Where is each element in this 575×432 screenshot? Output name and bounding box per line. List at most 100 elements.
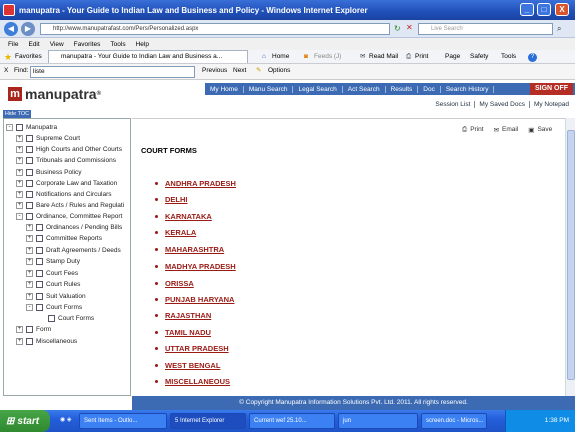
checkbox[interactable] xyxy=(26,190,33,198)
nav-act-search[interactable]: Act Search xyxy=(343,85,386,93)
toc-item[interactable]: + Miscellaneous xyxy=(16,336,77,346)
expand-icon[interactable]: + xyxy=(16,190,23,198)
mail-icon[interactable]: ✉ xyxy=(360,51,365,63)
expand-icon[interactable]: + xyxy=(16,168,23,176)
find-next-button[interactable]: Next xyxy=(233,67,246,74)
checkbox[interactable] xyxy=(48,314,55,322)
task-screen-doc[interactable]: screen.doc - Micros... xyxy=(421,413,487,429)
favorites-label[interactable]: Favorites xyxy=(15,51,42,63)
toc-item[interactable]: - Ordinance, Committee Report xyxy=(16,211,122,221)
expand-icon[interactable]: + xyxy=(16,134,23,142)
menu-file[interactable]: File xyxy=(8,41,18,48)
toc-child[interactable]: + Draft Agreements / Deeds xyxy=(26,245,121,255)
save-link[interactable]: Save xyxy=(537,126,552,134)
state-link[interactable]: RAJASTHAN xyxy=(155,311,211,320)
manupatra-logo[interactable]: m manupatra ® xyxy=(8,86,101,102)
start-button[interactable]: ⊞ start xyxy=(0,410,50,432)
close-button[interactable]: X xyxy=(555,3,569,16)
print-toolbar-icon[interactable]: ⎙ xyxy=(406,51,411,63)
task-outlook[interactable]: Sent Items - Outlo... xyxy=(79,413,167,429)
find-previous-button[interactable]: Previous xyxy=(202,67,227,74)
refresh-icon[interactable]: ↻ xyxy=(394,24,401,33)
feeds-icon[interactable]: ◙ xyxy=(304,51,308,63)
state-link[interactable]: KARNATAKA xyxy=(155,212,212,221)
toc-child[interactable]: + Stamp Duty xyxy=(26,256,80,266)
state-link[interactable]: MADHYA PRADESH xyxy=(155,262,236,271)
nav-legal-search[interactable]: Legal Search xyxy=(293,85,343,93)
sign-off-button[interactable]: SIGN OFF xyxy=(530,83,573,95)
checkbox[interactable] xyxy=(36,223,43,231)
search-icon[interactable]: ⌕ xyxy=(557,24,561,34)
expand-icon[interactable]: + xyxy=(26,292,33,300)
hide-toc-button[interactable]: Hide TOC xyxy=(3,110,31,118)
back-button[interactable]: ◀ xyxy=(4,22,18,36)
expand-icon[interactable]: + xyxy=(16,145,23,153)
task-current-wef[interactable]: Current wef 25.10... xyxy=(249,413,335,429)
page-menu[interactable]: Page xyxy=(445,51,460,63)
nav-doc[interactable]: Doc xyxy=(418,85,441,93)
toc-item[interactable]: + Business Policy xyxy=(16,167,82,177)
toc-item[interactable]: + Corporate Law and Taxation xyxy=(16,178,117,188)
state-link[interactable]: DELHI xyxy=(155,195,188,204)
expand-icon[interactable]: + xyxy=(26,280,33,288)
clock[interactable]: 1:38 PM xyxy=(545,417,569,424)
nav-search-history[interactable]: Search History xyxy=(441,85,495,93)
state-link[interactable]: UTTAR PRADESH xyxy=(155,344,229,353)
toc-child[interactable]: + Court Fees xyxy=(26,268,78,278)
tab-manupatra[interactable]: manupatra - Your Guide to Indian Law and… xyxy=(48,50,248,63)
expand-icon[interactable]: + xyxy=(26,257,33,265)
toc-grandchild[interactable]: Court Forms xyxy=(48,313,94,323)
nav-manu-search[interactable]: Manu Search xyxy=(244,85,294,93)
expand-icon[interactable]: + xyxy=(16,179,23,187)
home-icon[interactable]: ⌂ xyxy=(262,51,266,63)
toc-child[interactable]: + Suit Valuation xyxy=(26,291,86,301)
state-link[interactable]: MISCELLANEOUS xyxy=(155,377,230,386)
toc-item[interactable]: + High Courts and Other Courts xyxy=(16,144,122,154)
find-close-button[interactable]: X xyxy=(4,67,8,74)
checkbox[interactable] xyxy=(26,325,33,333)
expand-icon[interactable]: + xyxy=(16,325,23,333)
expand-icon[interactable]: + xyxy=(16,201,23,209)
checkbox[interactable] xyxy=(26,145,33,153)
state-link[interactable]: ORISSA xyxy=(155,279,194,288)
toc-item[interactable]: + Notifications and Circulars xyxy=(16,189,112,199)
toc-item[interactable]: + Tribunals and Commissions xyxy=(16,155,116,165)
checkbox[interactable] xyxy=(36,280,43,288)
checkbox[interactable] xyxy=(26,337,33,345)
live-search-input[interactable]: Live Search xyxy=(418,23,553,35)
toc-item[interactable]: + Form xyxy=(16,324,51,334)
menu-help[interactable]: Help xyxy=(136,41,149,48)
toc-child[interactable]: + Ordinances / Pending Bills xyxy=(26,222,122,232)
state-link[interactable]: PUNJAB HARYANA xyxy=(155,295,234,304)
checkbox[interactable] xyxy=(36,234,43,242)
state-link[interactable]: ANDHRA PRADESH xyxy=(155,179,236,188)
maximize-button[interactable]: □ xyxy=(537,3,551,16)
checkbox[interactable] xyxy=(36,257,43,265)
checkbox[interactable] xyxy=(16,123,23,131)
find-input[interactable]: liste xyxy=(30,66,195,78)
favorites-star-icon[interactable]: ★ xyxy=(4,51,12,63)
email-link[interactable]: Email xyxy=(502,126,518,134)
my-saved-docs-link[interactable]: My Saved Docs xyxy=(475,100,530,108)
stop-icon[interactable]: ✕ xyxy=(406,23,413,32)
menu-view[interactable]: View xyxy=(50,41,64,48)
expand-icon[interactable]: + xyxy=(16,156,23,164)
task-ie[interactable]: 5 Internet Explorer xyxy=(170,413,246,429)
nav-my-home[interactable]: My Home xyxy=(205,85,244,93)
state-link[interactable]: KERALA xyxy=(155,228,196,237)
tools-menu[interactable]: Tools xyxy=(501,51,516,63)
state-link[interactable]: MAHARASHTRA xyxy=(155,245,224,254)
toc-child[interactable]: - Court Forms xyxy=(26,302,82,312)
checkbox[interactable] xyxy=(26,212,33,220)
toc-item[interactable]: + Supreme Court xyxy=(16,133,80,143)
state-link[interactable]: WEST BENGAL xyxy=(155,361,220,370)
collapse-icon[interactable]: - xyxy=(26,303,33,311)
expand-icon[interactable]: + xyxy=(26,246,33,254)
print-button[interactable]: Print xyxy=(415,51,428,63)
checkbox[interactable] xyxy=(36,246,43,254)
menu-favorites[interactable]: Favorites xyxy=(74,41,101,48)
print-icon[interactable]: ⎙ xyxy=(462,126,467,134)
save-icon[interactable]: ▣ xyxy=(528,126,534,134)
menu-edit[interactable]: Edit xyxy=(28,41,39,48)
checkbox[interactable] xyxy=(36,269,43,277)
